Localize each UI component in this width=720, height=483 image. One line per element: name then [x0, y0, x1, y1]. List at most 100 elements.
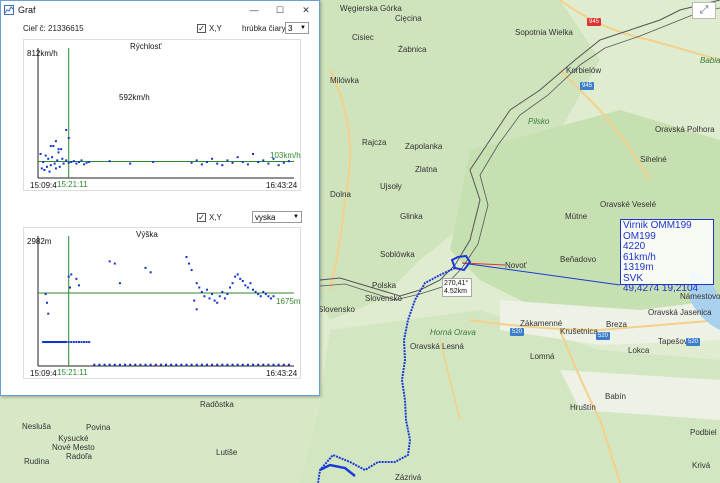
- speed-x-start: 15:09:4: [30, 181, 57, 190]
- data-point: [190, 363, 193, 366]
- data-point: [67, 136, 70, 139]
- data-point: [42, 160, 45, 163]
- data-point: [198, 286, 201, 289]
- data-point: [203, 295, 206, 298]
- bearing-angle: 270,41°: [444, 280, 469, 287]
- map-label: Zázrivá: [395, 473, 422, 482]
- data-point: [56, 159, 59, 162]
- data-point: [113, 363, 116, 366]
- data-point: [249, 282, 252, 285]
- xy-checkbox-speed[interactable]: ✓ X,Y: [197, 21, 222, 35]
- xy-checkbox-label: X,Y: [209, 212, 222, 222]
- data-point: [221, 290, 224, 293]
- data-point: [40, 167, 43, 170]
- data-point: [241, 363, 244, 366]
- line-width-select[interactable]: 3 ▼: [285, 22, 309, 34]
- graph-window[interactable]: Graf — ☐ ✕ Cieľ č: 21336615 ✓ X,Y hrúbka…: [0, 0, 320, 396]
- speed-ymax-label: 812km/h: [27, 49, 58, 58]
- data-point: [221, 164, 224, 167]
- data-point: [75, 341, 78, 344]
- data-point: [221, 363, 224, 366]
- data-point: [67, 161, 70, 164]
- data-point: [185, 256, 188, 259]
- map-label: Lutiše: [216, 448, 238, 457]
- data-point: [216, 162, 219, 165]
- data-point: [211, 363, 214, 366]
- xy-checkbox-altitude[interactable]: ✓ X,Y: [197, 210, 222, 224]
- minimize-button[interactable]: —: [241, 2, 267, 18]
- checkbox-check-icon[interactable]: ✓: [197, 212, 206, 222]
- data-point: [52, 144, 55, 147]
- map-label: Beňadovo: [560, 255, 597, 264]
- speed-chart[interactable]: Rýchlosť 812km/h 592km/h 103km/h 15:09:4…: [23, 39, 301, 191]
- altitude-x-cursor: 15:21:11: [57, 368, 88, 377]
- data-point: [175, 363, 178, 366]
- altitude-chart[interactable]: Výška 2982m 1675m 15:09:4 15:21:11 16:43…: [23, 227, 301, 379]
- road-badge: 520: [510, 328, 525, 336]
- data-point: [190, 161, 193, 164]
- bearing-box: 270,41° 4.52km: [442, 278, 472, 297]
- checkbox-check-icon[interactable]: ✓: [197, 23, 206, 33]
- chevron-down-icon[interactable]: ▼: [298, 25, 308, 31]
- chevron-down-icon[interactable]: ▼: [291, 214, 301, 220]
- data-point: [205, 363, 208, 366]
- map-label: Ujsoły: [380, 182, 402, 191]
- data-point: [58, 165, 61, 168]
- data-point: [75, 162, 78, 165]
- data-point: [48, 170, 51, 173]
- data-point: [72, 341, 75, 344]
- data-point: [45, 301, 48, 304]
- data-point: [267, 363, 270, 366]
- data-point: [165, 363, 167, 366]
- data-point: [254, 290, 257, 293]
- data-point: [246, 163, 249, 166]
- map-label: Babín: [605, 392, 626, 401]
- line-width-label-text: hrúbka čiary: [242, 23, 286, 33]
- data-point: [200, 290, 203, 293]
- data-point: [88, 341, 91, 344]
- data-point: [246, 363, 249, 366]
- data-point: [77, 341, 80, 344]
- data-point: [213, 299, 216, 302]
- data-point: [154, 363, 157, 366]
- map-label: Krivá: [692, 461, 711, 470]
- data-point: [200, 163, 203, 166]
- quantity-select[interactable]: vyska ▼: [252, 211, 302, 223]
- target-id-label: Cieľ č: 21336615: [23, 21, 84, 35]
- map-label: Nesluša: [22, 422, 51, 431]
- data-point: [252, 363, 255, 366]
- altitude-chart-svg: [37, 236, 294, 367]
- data-point: [113, 262, 116, 265]
- data-point: [262, 290, 265, 293]
- map-label: Węgierska Górka: [340, 4, 402, 13]
- line-width-label: hrúbka čiary: [242, 21, 286, 35]
- map-label: Radoľa: [66, 452, 92, 461]
- close-button[interactable]: ✕: [293, 2, 319, 18]
- speed-chart-title: Rýchlosť: [130, 42, 162, 51]
- maximize-button[interactable]: ☐: [267, 2, 293, 18]
- data-point: [149, 363, 152, 366]
- data-point: [49, 144, 52, 147]
- data-point: [149, 271, 152, 274]
- data-point: [239, 277, 242, 280]
- map-label: Oravské Veselé: [600, 200, 657, 209]
- quantity-value: vyska: [255, 212, 276, 222]
- data-point: [47, 157, 50, 160]
- data-point: [67, 341, 70, 344]
- window-title: Graf: [18, 4, 36, 15]
- window-titlebar[interactable]: Graf — ☐ ✕: [1, 1, 319, 18]
- data-point: [231, 363, 234, 366]
- aircraft-altitude: 1319m: [623, 262, 654, 273]
- data-point: [159, 363, 162, 366]
- map-label: Oravská Polhora: [655, 125, 715, 134]
- map-label: Podbiel: [690, 428, 717, 437]
- fullscreen-icon[interactable]: ⤢: [692, 2, 716, 19]
- map-label: Mútne: [565, 212, 588, 221]
- speed-x-end: 16:43:24: [266, 181, 298, 190]
- data-point: [144, 363, 147, 366]
- data-point: [44, 293, 47, 296]
- data-point: [223, 297, 226, 300]
- altitude-x-end: 16:43:24: [266, 369, 298, 378]
- map-label: Oravská Jasenica: [648, 308, 712, 317]
- data-point: [185, 363, 188, 366]
